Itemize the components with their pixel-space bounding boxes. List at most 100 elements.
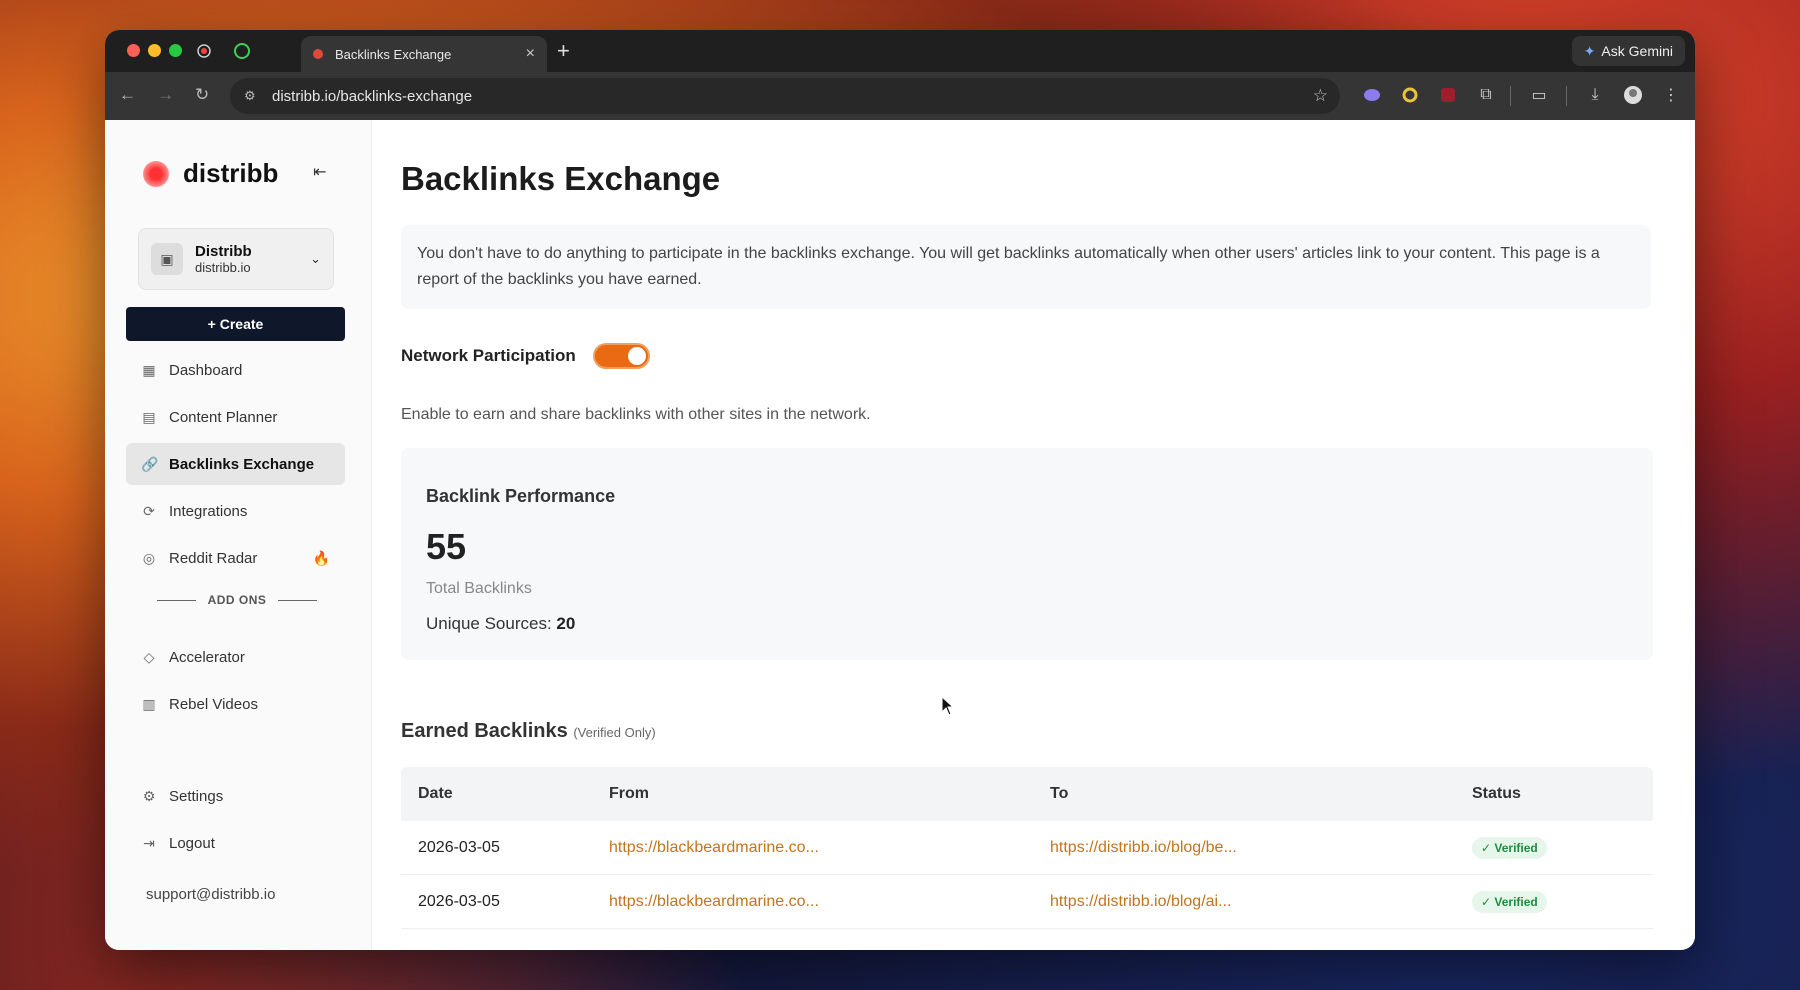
status-badge: ✓ Verified xyxy=(1472,836,1547,859)
earned-backlinks-title: Earned Backlinks xyxy=(401,720,568,742)
main-panel: Backlinks Exchange You don't have to do … xyxy=(401,120,1653,950)
sidebar-item-accelerator[interactable]: ◇ Accelerator xyxy=(126,636,345,678)
sidebar-item-label: Reddit Radar xyxy=(169,549,258,567)
addons-label: ADD ONS xyxy=(207,593,267,607)
status-badge: ✓ Verified xyxy=(1472,890,1547,913)
reload-icon[interactable]: ↻ xyxy=(195,85,209,105)
integrations-icon: ⟳ xyxy=(143,502,155,519)
whatsapp-icon[interactable] xyxy=(231,40,253,62)
backlinks-table: Date From To Status 2026-03-05 https://b… xyxy=(401,767,1653,929)
minimize-window-button[interactable] xyxy=(148,44,161,57)
from-link[interactable]: https://blackbeardmarine.co... xyxy=(609,893,819,910)
sidebar-item-label: Integrations xyxy=(169,502,248,520)
toolbar-divider xyxy=(1510,86,1511,106)
network-participation-description: Enable to earn and share backlinks with … xyxy=(401,406,871,423)
brand-logo[interactable]: distribb xyxy=(143,158,278,189)
diamond-icon: ◇ xyxy=(143,648,155,665)
ask-gemini-label: Ask Gemini xyxy=(1601,43,1673,59)
workspace-name: Distribb xyxy=(195,243,252,260)
extensions-puzzle-icon[interactable]: ⧉ xyxy=(1475,84,1497,106)
chevron-down-icon: ⌄ xyxy=(310,251,321,266)
more-menu-icon[interactable]: ⋮ xyxy=(1660,84,1682,106)
workspace-url: distribb.io xyxy=(195,260,251,275)
sidebar-item-label: Rebel Videos xyxy=(169,695,258,713)
browser-window: Backlinks Exchange × + ✦ Ask Gemini ← → … xyxy=(105,30,1695,950)
sidebar-item-label: Settings xyxy=(169,787,224,805)
address-bar[interactable]: ⚙ distribb.io/backlinks-exchange ☆ xyxy=(230,78,1340,114)
cell-date: 2026-03-05 xyxy=(418,838,500,856)
sidebar: distribb ⇤ ▣ Distribb distribb.io ⌄ + Cr… xyxy=(105,120,372,950)
earned-backlinks-heading: Earned Backlinks (Verified Only) xyxy=(401,720,656,743)
total-backlinks-label: Total Backlinks xyxy=(426,580,532,597)
mouse-cursor-icon xyxy=(941,696,955,716)
flame-icon: 🔥 xyxy=(312,549,330,566)
sidebar-item-dashboard[interactable]: ▦ Dashboard xyxy=(126,349,345,391)
window-controls xyxy=(127,44,182,57)
favicon-icon xyxy=(313,49,323,59)
back-arrow-icon[interactable]: ← xyxy=(119,85,136,105)
calendar-icon: ▤ xyxy=(142,408,156,425)
sidebar-item-backlinks-exchange[interactable]: 🔗 Backlinks Exchange xyxy=(126,443,345,485)
collapse-sidebar-icon[interactable]: ⇤ xyxy=(313,162,326,182)
column-header-status[interactable]: Status xyxy=(1472,785,1653,803)
close-tab-icon[interactable]: × xyxy=(526,45,535,63)
unique-sources-label: Unique Sources: xyxy=(426,614,552,633)
forward-arrow-icon[interactable]: → xyxy=(157,85,174,105)
logo-mark-icon xyxy=(143,160,169,187)
sidebar-item-label: Backlinks Exchange xyxy=(169,455,315,473)
toolbar-divider xyxy=(1566,86,1567,106)
sidebar-item-settings[interactable]: ⚙ Settings xyxy=(126,775,345,817)
url-text[interactable]: distribb.io/backlinks-exchange xyxy=(272,88,472,105)
ask-gemini-button[interactable]: ✦ Ask Gemini xyxy=(1571,36,1685,66)
color-extension-icon[interactable] xyxy=(1399,84,1421,106)
network-participation-toggle[interactable] xyxy=(593,343,650,369)
new-tab-button[interactable]: + xyxy=(557,38,570,64)
store-icon: ▣ xyxy=(151,243,183,275)
close-window-button[interactable] xyxy=(127,44,140,57)
cast-icon[interactable]: ▭ xyxy=(1528,84,1550,106)
table-row: 2026-03-05 https://blackbeardmarine.co..… xyxy=(401,875,1653,929)
column-header-date[interactable]: Date xyxy=(401,785,609,803)
column-header-from[interactable]: From xyxy=(609,785,1050,803)
sidebar-item-rebel-videos[interactable]: ▥ Rebel Videos xyxy=(126,683,345,725)
status-text: Verified xyxy=(1494,840,1538,855)
page-content: distribb ⇤ ▣ Distribb distribb.io ⌄ + Cr… xyxy=(105,120,1695,950)
support-email-link[interactable]: support@distribb.io xyxy=(146,886,275,903)
sidebar-item-integrations[interactable]: ⟳ Integrations xyxy=(126,490,345,532)
tab-backlinks-exchange[interactable]: Backlinks Exchange × xyxy=(301,36,547,72)
info-notice: You don't have to do anything to partici… xyxy=(401,225,1651,309)
browser-toolbar: ← → ↻ ⚙ distribb.io/backlinks-exchange ☆… xyxy=(105,72,1695,120)
sidebar-item-label: Content Planner xyxy=(169,408,278,426)
site-settings-icon[interactable]: ⚙ xyxy=(244,88,260,104)
to-link[interactable]: https://distribb.io/blog/ai... xyxy=(1050,893,1231,910)
cursor-extension-icon[interactable] xyxy=(1437,84,1459,106)
ghost-extension-icon[interactable] xyxy=(1361,84,1383,106)
table-row: 2026-03-05 https://blackbeardmarine.co..… xyxy=(401,821,1653,875)
sidebar-item-label: Dashboard xyxy=(169,361,243,379)
bookmark-star-icon[interactable]: ☆ xyxy=(1313,86,1328,106)
sparkle-icon: ✦ xyxy=(1583,42,1596,59)
unique-sources: Unique Sources: 20 xyxy=(426,614,575,634)
sidebar-item-label: Accelerator xyxy=(169,648,245,666)
page-title: Backlinks Exchange xyxy=(401,160,721,197)
total-backlinks-value: 55 xyxy=(426,526,467,567)
from-link[interactable]: https://blackbeardmarine.co... xyxy=(609,839,819,856)
create-button[interactable]: + Create xyxy=(126,307,345,341)
profile-avatar-icon[interactable] xyxy=(1622,84,1644,106)
column-header-to[interactable]: To xyxy=(1050,785,1472,803)
record-icon[interactable] xyxy=(193,40,215,62)
brand-name: distribb xyxy=(183,158,279,188)
tab-strip: Backlinks Exchange × + ✦ Ask Gemini xyxy=(105,30,1695,72)
network-participation-label: Network Participation xyxy=(401,346,576,365)
film-icon: ▥ xyxy=(142,695,156,712)
toggle-knob xyxy=(628,347,646,365)
workspace-selector[interactable]: ▣ Distribb distribb.io ⌄ xyxy=(138,228,334,290)
maximize-window-button[interactable] xyxy=(169,44,182,57)
addons-divider: ADD ONS xyxy=(157,593,317,607)
download-icon[interactable]: ⤓ xyxy=(1584,84,1606,106)
sidebar-item-content-planner[interactable]: ▤ Content Planner xyxy=(126,396,345,438)
to-link[interactable]: https://distribb.io/blog/be... xyxy=(1050,839,1237,856)
sidebar-item-logout[interactable]: ⇥ Logout xyxy=(126,822,345,864)
sidebar-item-reddit-radar[interactable]: ◎ Reddit Radar 🔥 xyxy=(126,537,345,579)
logout-icon: ⇥ xyxy=(143,834,155,851)
